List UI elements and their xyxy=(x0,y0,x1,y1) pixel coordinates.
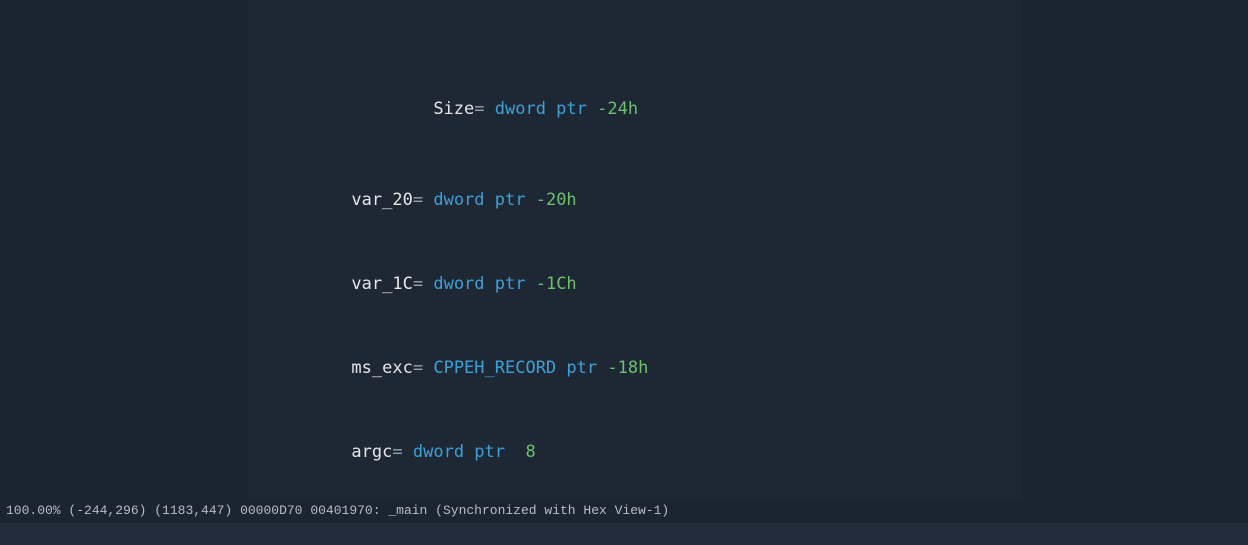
disassembly-view[interactable]: Size= dword ptr -24h var_20= dword ptr -… xyxy=(248,0,1021,499)
var-decl-row: argc= dword ptr 8 xyxy=(248,410,1021,438)
var-decl-row: Size= dword ptr -24h xyxy=(248,84,1021,102)
function-name: _main xyxy=(388,503,427,518)
view-dims: (1183,447) xyxy=(154,503,232,518)
var-decl-row: ms_exc= CPPEH_RECORD ptr -18h xyxy=(248,326,1021,354)
app-frame: Size= dword ptr -24h var_20= dword ptr -… xyxy=(0,0,1248,545)
virtual-address: 00401970: xyxy=(310,503,380,518)
status-bar: 100.00% (-244,296) (1183,447) 00000D70 0… xyxy=(0,499,1248,523)
file-offset: 00000D70 xyxy=(240,503,302,518)
var-decl-row: var_20= dword ptr -20h xyxy=(248,158,1021,186)
bottom-strip xyxy=(0,523,1248,545)
scroll-coords: (-244,296) xyxy=(68,503,146,518)
sync-note: (Synchronized with Hex View-1) xyxy=(435,503,669,518)
var-decl-row: var_1C= dword ptr -1Ch xyxy=(248,242,1021,270)
zoom-percent: 100.00% xyxy=(6,503,61,518)
